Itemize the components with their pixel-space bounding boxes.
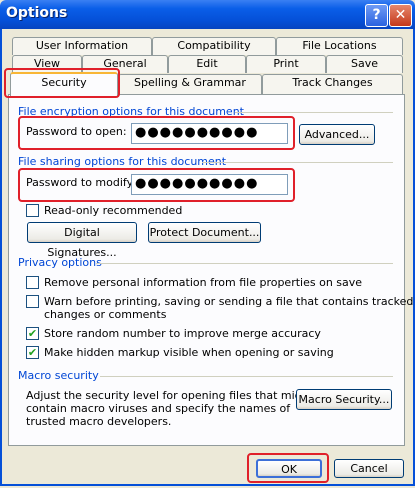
- tab-file-locations[interactable]: File Locations: [276, 37, 403, 55]
- warn-tracked-changes-checkbox[interactable]: [26, 295, 39, 308]
- sharing-section-title: File sharing options for this document: [18, 155, 227, 168]
- sharing-divider: [202, 162, 393, 163]
- privacy-divider: [96, 263, 393, 264]
- password-modify-highlight: [18, 168, 295, 202]
- remove-personal-info-checkbox[interactable]: [26, 276, 39, 289]
- protect-document-button[interactable]: Protect Document...: [148, 222, 261, 243]
- tab-compatibility[interactable]: Compatibility: [152, 37, 276, 55]
- macro-description-line1: Adjust the security level for opening fi…: [26, 389, 313, 402]
- remove-personal-info-label: Remove personal information from file pr…: [44, 276, 363, 289]
- encryption-divider: [235, 112, 393, 113]
- tab-spelling-grammar[interactable]: Spelling & Grammar: [118, 74, 262, 94]
- warn-tracked-changes-label: Warn before printing, saving or sending …: [44, 295, 414, 308]
- macro-divider: [100, 376, 393, 377]
- tab-user-information[interactable]: User Information: [12, 37, 152, 55]
- privacy-section-title: Privacy options: [18, 256, 102, 269]
- read-only-checkbox[interactable]: [26, 204, 39, 217]
- read-only-label: Read-only recommended: [44, 204, 183, 217]
- hidden-markup-checkbox[interactable]: ✔: [26, 346, 39, 359]
- tab-save[interactable]: Save: [326, 55, 403, 73]
- window-title: Options: [6, 5, 68, 21]
- cancel-button[interactable]: Cancel: [334, 459, 404, 478]
- macro-security-button[interactable]: Macro Security...: [296, 389, 392, 410]
- close-button[interactable]: ✕: [389, 4, 412, 27]
- help-button[interactable]: ?: [365, 4, 388, 27]
- password-open-highlight: [18, 116, 295, 150]
- macro-description-line3: trusted macro developers.: [26, 415, 172, 428]
- tab-track-changes[interactable]: Track Changes: [262, 74, 403, 94]
- security-tab-highlight: [4, 68, 120, 98]
- ok-button-highlight: [247, 453, 329, 483]
- advanced-button[interactable]: Advanced...: [299, 124, 375, 145]
- tab-print[interactable]: Print: [246, 55, 326, 73]
- macro-description-line2: contain macro viruses and specify the na…: [26, 402, 291, 415]
- tab-edit[interactable]: Edit: [168, 55, 246, 73]
- hidden-markup-label: Make hidden markup visible when opening …: [44, 346, 334, 359]
- macro-section-title: Macro security: [18, 369, 99, 382]
- store-random-number-checkbox[interactable]: ✔: [26, 327, 39, 340]
- warn-tracked-changes-label-line2: changes or comments: [44, 308, 167, 321]
- store-random-number-label: Store random number to improve merge acc…: [44, 327, 321, 340]
- digital-signatures-button[interactable]: Digital Signatures...: [27, 222, 137, 259]
